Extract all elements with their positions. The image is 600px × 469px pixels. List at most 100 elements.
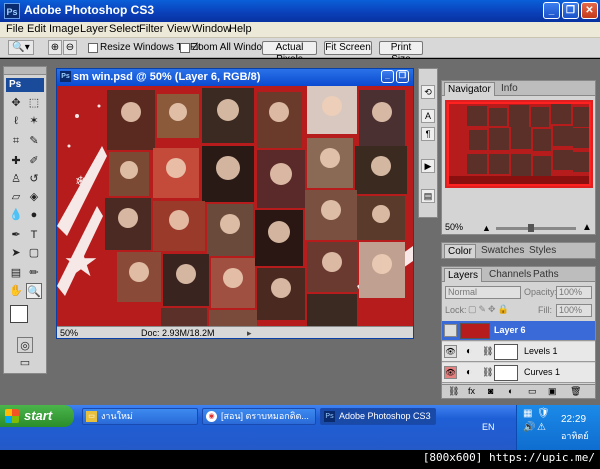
navigator-zoom-value[interactable]: 50% <box>445 222 463 232</box>
navigator-slider-thumb[interactable] <box>528 224 534 232</box>
menu-window[interactable]: Window <box>192 23 231 35</box>
status-arrow-icon[interactable]: ▸ <box>247 328 252 339</box>
language-indicator[interactable]: EN <box>482 422 495 432</box>
slice-tool-icon[interactable]: ✎ <box>26 133 42 149</box>
tool-presets-icon[interactable]: ▤ <box>421 189 435 203</box>
link-layers-icon[interactable]: ⛓ <box>448 386 459 397</box>
notes-tool-icon[interactable]: ▤ <box>8 265 24 281</box>
tab-info[interactable]: Info <box>498 82 521 96</box>
menu-select[interactable]: Select <box>109 23 140 35</box>
blur-tool-icon[interactable]: 💧 <box>8 207 24 223</box>
menu-layer[interactable]: Layer <box>80 23 108 35</box>
fit-screen-button[interactable]: Fit Screen <box>324 41 372 55</box>
document-size-info[interactable]: Doc: 2.93M/18.2M <box>141 328 215 338</box>
taskbar-item-active[interactable]: Ps Adobe Photoshop CS3 <box>320 408 436 425</box>
navigator-zoom-slider[interactable] <box>496 227 576 230</box>
foreground-color-swatch[interactable] <box>10 305 28 323</box>
taskbar-item[interactable]: ◉ [สอน] ตราบหมอกดิต... <box>202 408 316 425</box>
clock-time[interactable]: 22:29 <box>561 414 586 425</box>
eye-icon[interactable]: 👁 <box>444 366 457 379</box>
pen-tool-icon[interactable]: ✒ <box>8 227 24 243</box>
magic-wand-icon[interactable]: ✶ <box>26 113 42 129</box>
new-group-icon[interactable]: ▭ <box>528 386 537 397</box>
new-layer-icon[interactable]: ▣ <box>548 386 557 397</box>
move-tool-icon[interactable]: ✥ <box>8 95 24 111</box>
fill-input[interactable]: 100% <box>556 304 592 317</box>
taskbar-item[interactable]: ▭ งานใหม่ <box>82 408 198 425</box>
minimize-button[interactable]: _ <box>543 2 560 19</box>
clone-stamp-icon[interactable]: ♙ <box>8 171 24 187</box>
volume-icon[interactable]: 🔊 <box>523 422 535 433</box>
tab-layers[interactable]: Layers <box>444 268 483 282</box>
hand-tool-icon[interactable]: ✋ <box>8 283 24 299</box>
eraser-tool-icon[interactable]: ▱ <box>8 189 24 205</box>
crop-tool-icon[interactable]: ⌗ <box>8 133 24 149</box>
eyedropper-icon[interactable]: ✏ <box>26 265 42 281</box>
paint-bucket-icon[interactable]: ◈ <box>26 189 42 205</box>
restore-button[interactable]: ❐ <box>562 2 579 19</box>
brush-tool-icon[interactable]: ✐ <box>26 153 42 169</box>
new-adjustment-icon[interactable]: ◐ <box>508 386 513 396</box>
document-zoom-field[interactable]: 50% <box>60 328 78 338</box>
lock-icons[interactable]: ▢✎✥🔒 <box>468 304 511 315</box>
layer-row[interactable]: Layer 6 <box>442 321 595 341</box>
opacity-input[interactable]: 100% <box>556 286 592 299</box>
shape-tool-icon[interactable]: ▢ <box>26 245 42 261</box>
add-mask-icon[interactable]: ◙ <box>488 386 493 396</box>
tab-styles[interactable]: Styles <box>526 244 559 258</box>
tools-panel-header[interactable] <box>4 67 46 75</box>
start-button[interactable]: start <box>0 405 74 427</box>
marquee-tool-icon[interactable]: ⬚ <box>26 95 42 111</box>
layer-row[interactable]: 👁 ◐ ⛓ Curves 1 <box>442 363 595 383</box>
layer-row[interactable]: 👁 ◐ ⛓ Levels 1 <box>442 342 595 362</box>
delete-layer-icon[interactable]: 🗑 <box>570 386 581 397</box>
zoom-out-icon[interactable]: ⊖ <box>63 40 77 55</box>
tab-navigator[interactable]: Navigator <box>444 82 495 96</box>
menu-edit[interactable]: Edit <box>27 23 46 35</box>
paragraph-icon[interactable]: ¶ <box>421 127 435 141</box>
menu-view[interactable]: View <box>167 23 191 35</box>
blend-mode-select[interactable]: Normal <box>445 286 521 299</box>
layer-style-icon[interactable]: fx <box>468 386 475 396</box>
type-tool-icon[interactable]: T <box>26 227 42 243</box>
antivirus-icon[interactable]: ⚠ <box>537 422 546 433</box>
lasso-tool-icon[interactable]: ℓ <box>8 113 24 129</box>
history-brush-icon[interactable]: ↺ <box>26 171 42 187</box>
dodge-tool-icon[interactable]: ● <box>26 207 42 223</box>
document-canvas[interactable]: ❄ ❄ ★ <box>57 86 413 326</box>
tab-color[interactable]: Color <box>444 244 476 258</box>
navigator-thumbnail[interactable] <box>445 100 593 188</box>
opacity-label: Opacity: <box>524 287 558 297</box>
tab-channels[interactable]: Channels <box>486 268 534 282</box>
zoom-in-icon[interactable]: ⊕ <box>48 40 62 55</box>
zoom-tool-icon[interactable]: 🔍 <box>26 283 42 299</box>
resize-windows-checkbox[interactable] <box>88 43 98 53</box>
zoom-all-windows-checkbox[interactable] <box>180 43 190 53</box>
tab-swatches[interactable]: Swatches <box>478 244 527 258</box>
visibility-toggle[interactable] <box>444 324 457 337</box>
actual-pixels-button[interactable]: Actual Pixels <box>262 41 317 65</box>
tab-paths[interactable]: Paths <box>530 268 562 282</box>
quick-mask-icon[interactable]: ◎ <box>17 337 33 353</box>
eye-icon[interactable]: 👁 <box>444 345 457 358</box>
menu-help[interactable]: Help <box>229 23 252 35</box>
history-palette-icon[interactable]: ⟲ <box>421 85 435 99</box>
screen-mode-icon[interactable]: ▭ <box>15 355 35 371</box>
actions-palette-icon[interactable]: ▶ <box>421 159 435 173</box>
character-palette-icon[interactable]: A <box>421 109 435 123</box>
path-selection-icon[interactable]: ➤ <box>8 245 24 261</box>
close-button[interactable]: ✕ <box>581 2 598 19</box>
menu-file[interactable]: File <box>6 23 24 35</box>
document-restore-button[interactable]: ❐ <box>396 70 409 83</box>
zoom-tool-preset-icon[interactable]: 🔍▾ <box>8 40 34 55</box>
network-icon[interactable]: ▦ <box>523 408 532 419</box>
zoom-out-small-icon[interactable]: ▲ <box>482 223 491 233</box>
document-minimize-button[interactable]: _ <box>381 70 394 83</box>
healing-brush-icon[interactable]: ✚ <box>8 153 24 169</box>
menu-filter[interactable]: Filter <box>139 23 163 35</box>
print-size-button[interactable]: Print Size <box>379 41 423 65</box>
zoom-in-small-icon[interactable]: ▲ <box>582 222 592 233</box>
security-icon[interactable]: 🛡 <box>537 408 550 419</box>
menu-image[interactable]: Image <box>49 23 80 35</box>
document-title-bar[interactable]: Ps sm win.psd @ 50% (Layer 6, RGB/8) _ ❐ <box>57 69 413 86</box>
